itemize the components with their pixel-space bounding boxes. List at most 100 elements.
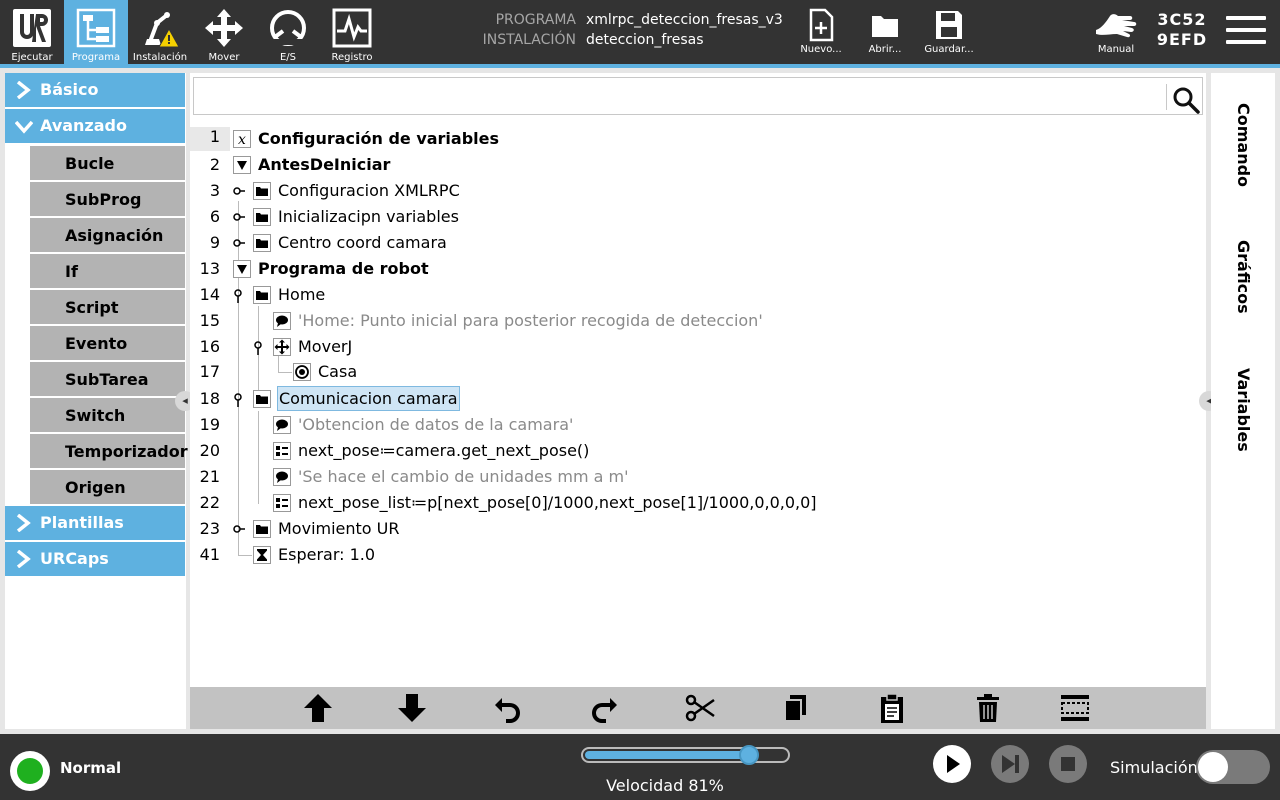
tree-row[interactable]: 41 Esperar: 1.0 (190, 542, 1206, 568)
node-assignment[interactable]: Asignación (30, 218, 185, 252)
expanded-node-handle-icon[interactable] (252, 338, 266, 356)
undo-icon[interactable] (492, 692, 524, 724)
tree-row[interactable]: 22 next_pose_list≔p[next_pose[0]/1000,ne… (190, 490, 1206, 516)
status-bar: Normal Velocidad 81% Simulación (0, 734, 1280, 800)
tree-row[interactable]: 21 'Se hace el cambio de unidades mm a m… (190, 464, 1206, 490)
copy-icon[interactable] (780, 692, 812, 724)
move-down-icon[interactable] (396, 692, 428, 724)
tree-node-label: Home (278, 285, 326, 304)
tree-row[interactable]: 20 next_pose≔camera.get_next_pose() (190, 438, 1206, 464)
assignment-icon (273, 494, 291, 512)
node-switch[interactable]: Switch (30, 398, 185, 432)
program-tree-icon (76, 8, 116, 48)
nav-io-button[interactable]: E/S (256, 0, 320, 64)
node-home[interactable]: Origen (30, 470, 185, 504)
tree-row[interactable]: 1 x Configuración de variables (190, 126, 1206, 152)
line-number: 16 (199, 337, 220, 356)
tab-command[interactable]: Comando (1211, 103, 1275, 193)
category-urcaps[interactable]: URCaps (5, 542, 185, 576)
open-program-button[interactable]: Abrir... (853, 0, 917, 64)
open-folder-icon (872, 16, 898, 37)
comment-icon (273, 468, 291, 486)
nav-installation-label: Instalación (132, 52, 188, 63)
collapsed-node-handle-icon[interactable] (232, 520, 246, 538)
tree-search-input[interactable] (193, 77, 1203, 115)
nav-run-button[interactable]: Ejecutar (0, 0, 64, 64)
tree-row[interactable]: 19 'Obtencion de datos de la camara' (190, 412, 1206, 438)
step-button-icon[interactable] (990, 744, 1030, 784)
node-subprog-label: SubProg (65, 190, 142, 209)
speed-slider-knob[interactable] (739, 745, 759, 765)
node-timer[interactable]: Temporizador (30, 434, 188, 468)
cut-icon[interactable] (684, 692, 716, 724)
tree-row[interactable]: 6 Inicializacipn variables (190, 204, 1206, 230)
tree-row[interactable]: 3 Configuracion XMLRPC (190, 178, 1206, 204)
hamburger-menu-icon[interactable] (1226, 16, 1266, 48)
nav-log-button[interactable]: Registro (320, 0, 384, 64)
line-number: 9 (209, 233, 220, 252)
search-separator (1166, 84, 1167, 110)
delete-icon[interactable] (972, 692, 1004, 724)
play-button-icon[interactable] (932, 744, 972, 784)
line-number: 19 (199, 415, 220, 434)
mode-label: Manual (1097, 44, 1135, 55)
hourglass-icon (253, 546, 271, 564)
search-icon[interactable] (1172, 86, 1200, 114)
expanded-triangle-icon[interactable] (233, 260, 251, 278)
nav-program-label: Programa (71, 52, 121, 63)
tab-variables[interactable]: Variables (1211, 368, 1275, 458)
category-urcaps-label: URCaps (40, 549, 109, 568)
collapsed-node-handle-icon[interactable] (232, 182, 246, 200)
tree-row[interactable]: 14 Home (190, 282, 1206, 308)
expanded-triangle-icon[interactable] (233, 156, 251, 174)
folder-icon (253, 208, 271, 226)
tree-row[interactable]: 15 'Home: Punto inicial para posterior r… (190, 308, 1206, 334)
tree-row[interactable]: 13 Programa de robot (190, 256, 1206, 282)
category-basic[interactable]: Básico (5, 73, 185, 107)
folder-icon (253, 286, 271, 304)
stop-button-icon[interactable] (1048, 744, 1088, 784)
paste-icon[interactable] (876, 692, 908, 724)
program-name: xmlrpc_deteccion_fresas_v3 (586, 12, 783, 28)
save-program-label: Guardar... (924, 44, 974, 55)
mode-manual-button[interactable]: Manual (1084, 0, 1148, 64)
installation-label: INSTALACIÓN (482, 32, 576, 48)
node-if[interactable]: If (30, 254, 185, 288)
new-program-button[interactable]: Nuevo... (789, 0, 853, 64)
tree-node-label: Esperar: 1.0 (278, 545, 376, 564)
robot-status-label: Normal (60, 759, 122, 777)
line-number: 1 (190, 127, 230, 151)
node-script[interactable]: Script (30, 290, 185, 324)
collapsed-node-handle-icon[interactable] (232, 208, 246, 226)
tree-row[interactable]: 17 Casa (190, 359, 1206, 385)
tree-row[interactable]: 9 Centro coord camara (190, 230, 1206, 256)
robot-status-indicator[interactable] (10, 751, 50, 791)
nav-program-button[interactable]: Programa (64, 0, 128, 64)
chevron-right-icon (16, 514, 31, 532)
tree-node-label: Configuracion XMLRPC (278, 181, 460, 200)
redo-icon[interactable] (588, 692, 620, 724)
node-event[interactable]: Evento (30, 326, 185, 360)
line-number: 14 (199, 285, 220, 304)
speed-slider-fill (585, 751, 751, 759)
category-templates[interactable]: Plantillas (5, 506, 185, 540)
nav-move-button[interactable]: Mover (192, 0, 256, 64)
tree-row-selected[interactable]: 18 Comunicacion camara (190, 386, 1206, 412)
tree-row[interactable]: 16 MoverJ (190, 334, 1206, 360)
simulation-toggle[interactable] (1196, 750, 1270, 784)
tree-row[interactable]: 23 Movimiento UR (190, 516, 1206, 542)
node-subprog[interactable]: SubProg (30, 182, 185, 216)
node-subtask[interactable]: SubTarea (30, 362, 185, 396)
tab-graphics[interactable]: Gráficos (1211, 240, 1275, 320)
expanded-node-handle-icon[interactable] (232, 390, 246, 408)
category-advanced[interactable]: Avanzado (5, 109, 185, 143)
nav-installation-button[interactable]: Instalación (128, 0, 192, 64)
save-program-button[interactable]: Guardar... (917, 0, 981, 64)
move-up-icon[interactable] (302, 692, 334, 724)
node-loop[interactable]: Bucle (30, 146, 185, 180)
expanded-node-handle-icon[interactable] (232, 286, 246, 304)
suppress-icon[interactable] (1060, 692, 1090, 724)
tree-action-bar (190, 687, 1206, 729)
tree-row[interactable]: 2 AntesDeIniciar (190, 152, 1206, 178)
collapsed-node-handle-icon[interactable] (232, 234, 246, 252)
